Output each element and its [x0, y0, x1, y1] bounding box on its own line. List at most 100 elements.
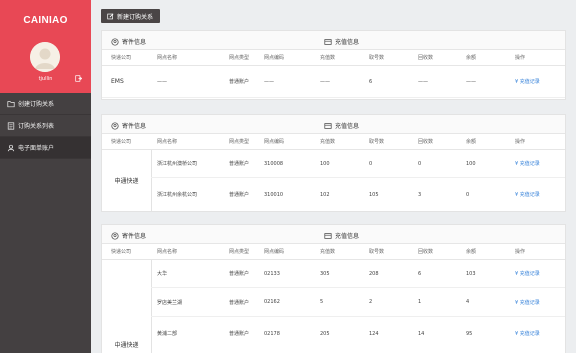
recharge-count: 305: [320, 270, 330, 277]
branch-name: 黄浦二部: [157, 331, 178, 337]
table-header: 快递公司 网点名称 网点类型 网点编码 充值数 取号数 回收数 余额 操作: [102, 244, 565, 260]
recharge-count: 5: [320, 299, 324, 305]
company-name: 中通快递: [114, 341, 139, 349]
col-branch-code: 网点编码: [264, 249, 285, 255]
table-row: 浙江杭州澳桥公司 普通账户 310008 100 0 0 100 ¥ 充值记录: [151, 150, 565, 178]
recharge-record-link[interactable]: ¥ 充值记录: [515, 178, 540, 211]
branch-type: 普通账户: [229, 299, 250, 306]
col-fetched: 取号数: [369, 55, 385, 61]
branch-name: 罗店美兰湖: [157, 299, 183, 306]
card-header: 寄件信息 充值信息: [102, 225, 565, 244]
sender-section-label: 寄件信息: [122, 123, 147, 130]
branch-type: 普通账户: [229, 271, 250, 277]
col-branch-type: 网点类型: [229, 139, 250, 145]
recharge-count: 100: [320, 160, 330, 167]
branch-code: 02133: [264, 270, 280, 277]
recycled-count: 1: [418, 299, 422, 305]
sidebar-item-waybill-account[interactable]: 电子面单账户: [0, 137, 91, 159]
table-header: 快递公司 网点名称 网点类型 网点编码 充值数 取号数 回收数 余额 操作: [102, 50, 565, 66]
company-name: EMS: [111, 78, 124, 85]
recharge-count: ——: [320, 78, 330, 85]
branch-code: 310010: [264, 191, 284, 198]
balance-value: 4: [466, 299, 470, 305]
recharge-record-link[interactable]: ¥ 充值记录: [515, 288, 540, 316]
recycled-count: 6: [418, 270, 422, 277]
new-order-button[interactable]: 新建订购关系: [101, 9, 161, 23]
col-company: 快递公司: [111, 55, 132, 61]
location-icon: [111, 231, 119, 240]
wallet-icon: [324, 232, 332, 239]
sender-section-title: 寄件信息: [111, 231, 146, 240]
col-branch-name: 网点名称: [157, 139, 178, 145]
card-header: 寄件信息 充值信息: [102, 115, 565, 134]
branch-type: 普通账户: [229, 192, 250, 198]
logout-icon[interactable]: [75, 75, 82, 82]
col-branch-type: 网点类型: [229, 249, 250, 255]
col-company: 快递公司: [111, 139, 132, 145]
sidebar: CAINIAO tjullin 创建订购关系 订购关系列表 电子面单账户: [0, 0, 91, 353]
recycled-count: 0: [418, 160, 422, 167]
col-recycled: 回收数: [418, 55, 434, 61]
fetched-count: 124: [369, 330, 379, 337]
branch-code: 02178: [264, 330, 280, 337]
toolbar: 新建订购关系: [91, 0, 576, 28]
recharge-section-label: 充值信息: [335, 39, 360, 46]
list-icon: [7, 121, 15, 130]
avatar[interactable]: [30, 42, 60, 72]
recharge-count: 102: [320, 191, 330, 198]
col-balance: 余额: [466, 55, 477, 61]
recharge-record-link[interactable]: ¥ 充值记录: [515, 317, 540, 350]
balance-value: 0: [466, 191, 470, 198]
sidebar-item-label: 订购关系列表: [18, 123, 55, 130]
branch-name: 大华: [157, 271, 168, 277]
table-row: 罗店美兰湖 普通账户 02162 5 2 1 4 ¥ 充值记录: [151, 288, 565, 317]
wallet-icon: [324, 122, 332, 129]
col-branch-name: 网点名称: [157, 55, 178, 61]
branch-name: 浙江杭州澳桥公司: [157, 161, 198, 167]
recharge-count: 205: [320, 330, 330, 337]
sender-section-title: 寄件信息: [111, 37, 146, 46]
sidebar-item-order-list[interactable]: 订购关系列表: [0, 115, 91, 137]
col-recharge: 充值数: [320, 249, 336, 255]
recharge-section-title: 充值信息: [324, 37, 359, 46]
sender-section-label: 寄件信息: [122, 39, 147, 46]
col-balance: 余额: [466, 249, 477, 255]
balance-value: 100: [466, 160, 476, 167]
location-icon: [111, 121, 119, 130]
col-fetched: 取号数: [369, 249, 385, 255]
new-order-label: 新建订购关系: [117, 13, 154, 21]
col-recharge: 充值数: [320, 55, 336, 61]
col-branch-code: 网点编码: [264, 55, 285, 61]
branch-type: 普通账户: [229, 161, 250, 167]
table-row: EMS —— 普通账户 —— —— 6 —— —— ¥ 充值记录: [102, 66, 565, 98]
sidebar-item-create-order[interactable]: 创建订购关系: [0, 93, 91, 115]
fetched-count: 105: [369, 191, 379, 198]
fetched-count: 208: [369, 270, 379, 277]
recharge-section-title: 充值信息: [324, 121, 359, 130]
col-recycled: 回收数: [418, 249, 434, 255]
sender-section-label: 寄件信息: [122, 233, 147, 240]
recharge-section-label: 充值信息: [335, 233, 360, 240]
recycled-count: 14: [418, 330, 425, 337]
account-card-ems: 寄件信息 充值信息 快递公司 网点名称 网点类型 网点编码 充值数 取号数 回收…: [101, 30, 566, 100]
branch-code: 310008: [264, 160, 284, 167]
col-branch-name: 网点名称: [157, 249, 178, 255]
fetched-count: 2: [369, 299, 373, 305]
fetched-count: 0: [369, 160, 373, 167]
fetched-count: 6: [369, 78, 373, 85]
sender-section-title: 寄件信息: [111, 121, 146, 130]
account-card-sto: 寄件信息 充值信息 快递公司 网点名称 网点类型 网点编码 充值数 取号数 回收…: [101, 114, 566, 212]
branch-type: 普通账户: [229, 331, 250, 337]
recharge-record-link[interactable]: ¥ 充值记录: [515, 260, 540, 287]
branch-code: 02162: [264, 299, 280, 305]
recharge-record-link[interactable]: ¥ 充值记录: [515, 66, 540, 97]
table-row: 黄浦二部 普通账户 02178 205 124 14 95 ¥ 充值记录: [151, 317, 565, 350]
table-row: 浙江杭州余杭公司 普通账户 310010 102 105 3 0 ¥ 充值记录: [151, 178, 565, 211]
location-icon: [111, 37, 119, 46]
wallet-icon: [324, 38, 332, 45]
branch-name: ——: [157, 78, 167, 85]
edit-icon: [107, 13, 114, 19]
col-recharge: 充值数: [320, 139, 336, 145]
recharge-record-link[interactable]: ¥ 充值记录: [515, 150, 540, 177]
recycled-count: 3: [418, 191, 422, 198]
